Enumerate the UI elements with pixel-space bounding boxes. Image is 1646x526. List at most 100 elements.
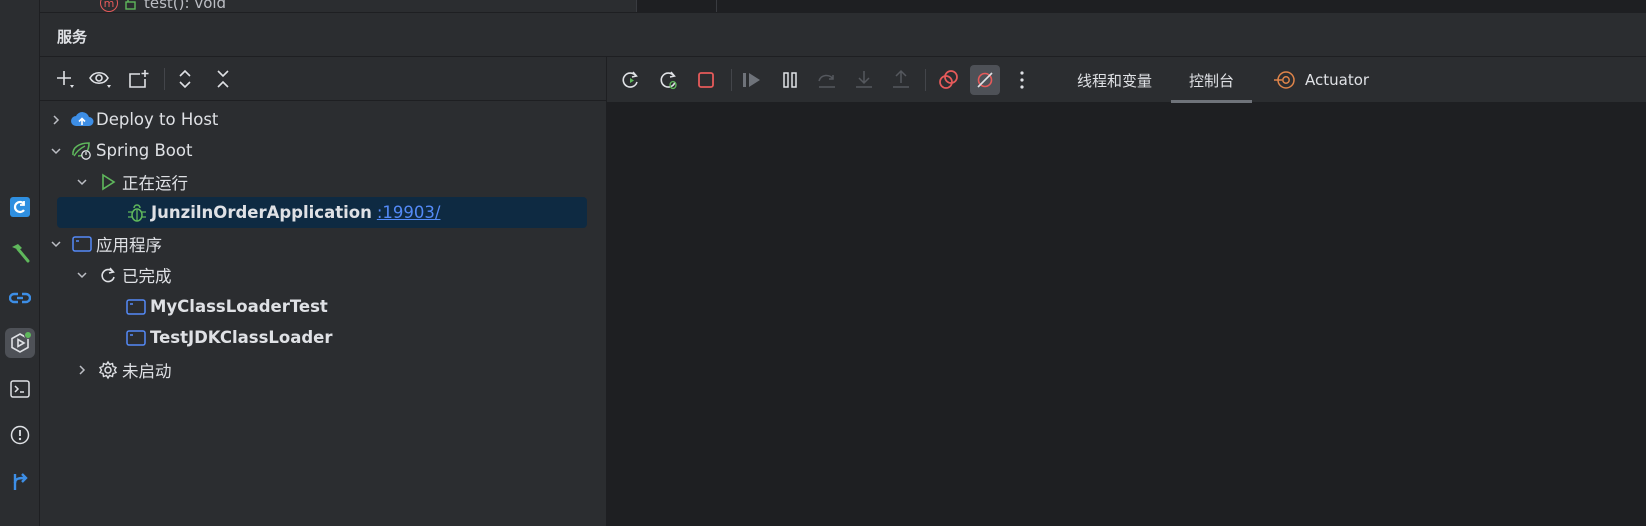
divider (636, 0, 637, 12)
node-label: MyClassLoaderTest (150, 297, 328, 316)
rerun-icon (622, 71, 638, 88)
tool-window-strip (0, 0, 40, 526)
collapse-all-icon (217, 70, 229, 88)
console-output-area[interactable] (607, 103, 1646, 526)
application-window-icon (124, 295, 148, 319)
tree-node-myclassloadertest[interactable]: MyClassLoaderTest (124, 291, 328, 322)
running-indicator-dot (24, 331, 32, 339)
tree-node-spring-boot[interactable]: Spring Boot (48, 135, 192, 166)
terminal-icon[interactable] (5, 374, 35, 404)
resume-button[interactable] (737, 65, 767, 95)
method-badge: m (100, 0, 118, 12)
eye-icon (89, 71, 111, 88)
toolbar-separator (164, 68, 165, 90)
services-header: 服务 (40, 13, 1646, 57)
cloud-upload-icon (70, 108, 94, 132)
tab-console[interactable]: 控制台 (1171, 57, 1253, 103)
chevron-right-icon[interactable] (74, 362, 90, 378)
divider (716, 0, 717, 12)
chevron-down-icon[interactable] (74, 174, 90, 190)
add-service-button[interactable] (50, 65, 80, 93)
node-label: 正在运行 (122, 173, 188, 193)
expand-all-icon (179, 69, 191, 89)
gear-icon (96, 358, 120, 382)
method-entry: m test(): void (100, 0, 226, 12)
tree-node-running[interactable]: 正在运行 (74, 166, 188, 197)
actuator-icon (1274, 71, 1295, 89)
tab-threads-variables[interactable]: 线程和变量 (1059, 57, 1170, 103)
step-over-button[interactable] (812, 65, 842, 95)
chevron-down-icon[interactable] (74, 267, 90, 283)
toolbar-separator (731, 69, 732, 91)
link-icon[interactable] (5, 283, 35, 313)
app-port-link[interactable]: :19903/ (377, 203, 441, 222)
node-label: 未启动 (122, 361, 172, 381)
editor-remnant: m test(): void (40, 0, 1646, 13)
tree-node-testjdkclassloader[interactable]: TestJDKClassLoader (124, 322, 333, 353)
tree-node-finished[interactable]: 已完成 (74, 259, 172, 290)
tree-node-deploy-to-host[interactable]: Deploy to Host (48, 104, 218, 135)
services-icon[interactable] (5, 328, 35, 358)
chevron-down-icon[interactable] (48, 236, 64, 252)
step-over-icon (818, 74, 835, 88)
panel-title: 服务 (57, 28, 88, 46)
services-tree-panel: Deploy to Host Spring Boot 正在运行 JunzilnO… (40, 57, 607, 526)
chevron-down-icon[interactable] (48, 143, 64, 159)
more-vertical-icon (1020, 71, 1024, 89)
resume-icon (743, 73, 760, 87)
method-text: test(): void (144, 0, 227, 12)
new-group-button[interactable] (124, 65, 154, 93)
tree-node-app-selected[interactable]: JunzilnOrderApplication :19903/ (57, 197, 587, 228)
node-label: 应用程序 (96, 235, 162, 255)
toolbar-separator (925, 69, 926, 91)
jrebel-icon[interactable] (5, 192, 35, 222)
application-window-icon (70, 232, 94, 256)
git-icon[interactable] (5, 466, 35, 496)
stop-button[interactable] (691, 65, 721, 95)
unlock-icon (125, 0, 136, 10)
step-into-button[interactable] (849, 65, 879, 95)
spring-boot-icon (70, 139, 94, 163)
step-into-icon (856, 71, 872, 88)
node-label: Deploy to Host (96, 110, 219, 129)
tab-label: 线程和变量 (1077, 71, 1153, 90)
plus-icon (57, 71, 74, 88)
node-label: 已完成 (122, 266, 172, 286)
tab-actuator[interactable]: Actuator (1255, 57, 1387, 103)
node-label: TestJDKClassLoader (150, 328, 333, 347)
node-label: Spring Boot (96, 141, 193, 160)
app-name: JunzilnOrderApplication (151, 203, 372, 222)
view-breakpoints-button[interactable] (933, 65, 963, 95)
stop-icon (698, 72, 714, 88)
editor-dark-area (636, 0, 1646, 12)
mute-breakpoints-button[interactable] (970, 65, 1000, 95)
expand-all-button[interactable] (170, 65, 200, 93)
chevron-right-icon[interactable] (48, 112, 64, 128)
rerun-icon (96, 263, 120, 287)
tree-node-not-started[interactable]: 未启动 (74, 354, 172, 385)
add-group-icon (129, 70, 149, 88)
tree-toolbar (40, 57, 607, 101)
step-out-icon (893, 69, 909, 88)
mute-breakpoints-icon (977, 72, 993, 88)
collapse-all-button[interactable] (208, 65, 238, 93)
view-options-button[interactable] (86, 65, 116, 93)
step-out-button[interactable] (886, 65, 916, 95)
problems-icon[interactable] (5, 420, 35, 450)
run-toolbar: 线程和变量 控制台 Actuator (607, 57, 1646, 103)
tab-label: Actuator (1305, 71, 1370, 89)
tab-label: 控制台 (1189, 71, 1235, 90)
debug-bug-icon (125, 201, 149, 225)
pause-icon (783, 72, 797, 88)
rerun-button[interactable] (616, 65, 646, 95)
build-hammer-icon[interactable] (5, 238, 35, 268)
breakpoints-icon (939, 70, 958, 89)
rerun-debug-button[interactable] (654, 65, 684, 95)
run-icon (96, 170, 120, 194)
pause-button[interactable] (775, 65, 805, 95)
run-output-panel: 线程和变量 控制台 Actuator (607, 57, 1646, 526)
rerun-debug-icon (660, 71, 677, 90)
application-window-icon (124, 326, 148, 350)
more-options-button[interactable] (1007, 65, 1037, 95)
tree-node-applications[interactable]: 应用程序 (48, 228, 162, 259)
